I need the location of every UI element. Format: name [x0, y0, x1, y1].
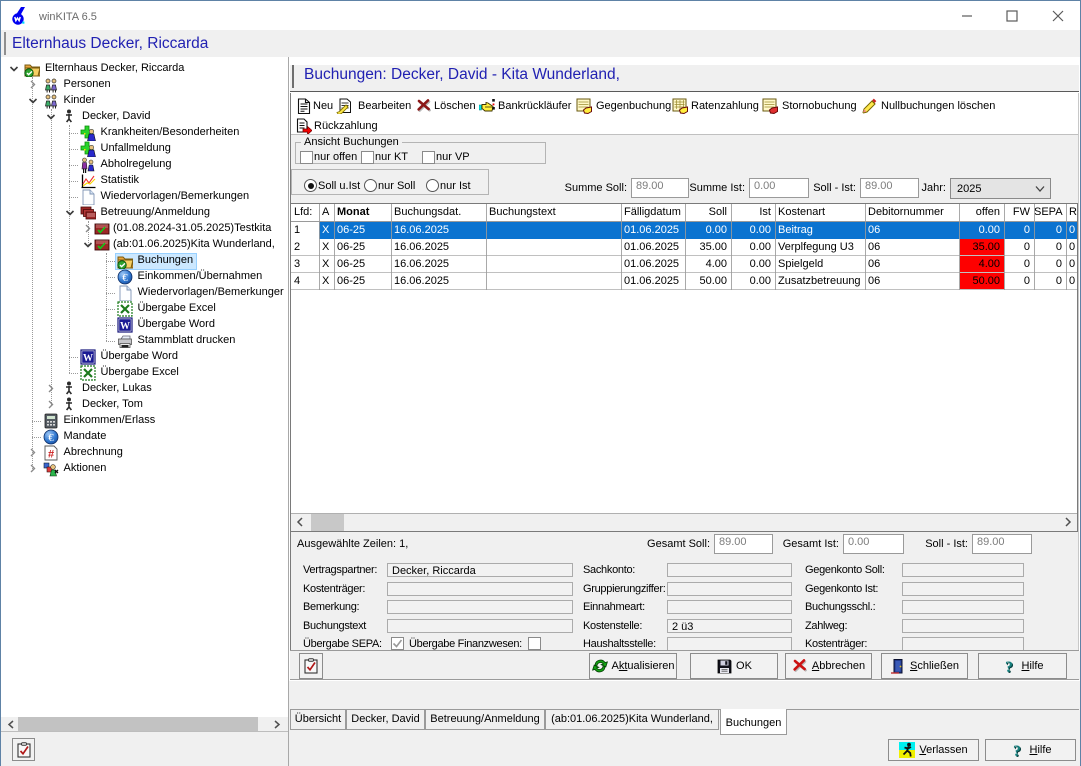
svg-text:€: € — [122, 272, 128, 284]
svg-text:W: W — [83, 353, 93, 364]
svg-text:#: # — [47, 449, 53, 461]
svg-text:?: ? — [1013, 743, 1021, 758]
svg-text:€: € — [48, 432, 54, 444]
svg-text:W: W — [120, 321, 130, 332]
svg-text:?: ? — [1005, 659, 1013, 674]
